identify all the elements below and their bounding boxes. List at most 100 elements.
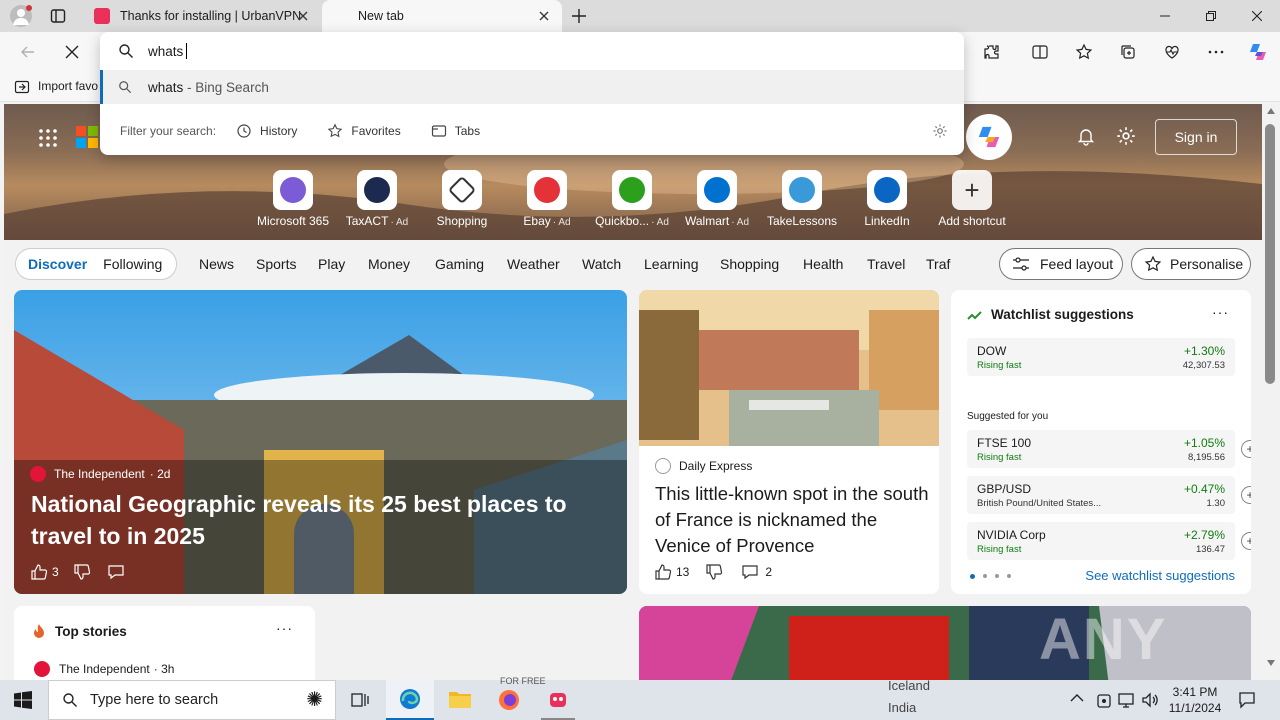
stop-loading-button[interactable] <box>58 38 86 66</box>
shortcut-tile[interactable]: Microsoft 365 <box>253 170 333 228</box>
browser-essentials-icon[interactable] <box>1158 38 1186 66</box>
import-favorites-link[interactable]: Import favo <box>38 79 98 93</box>
add-to-watchlist-icon[interactable]: + <box>1241 486 1251 504</box>
more-menu-icon[interactable] <box>1202 38 1230 66</box>
chevron-up-icon[interactable] <box>1070 693 1084 703</box>
shortcut-tile[interactable]: TaxACT · Ad <box>337 170 417 228</box>
address-bar[interactable]: whats <box>100 32 964 70</box>
nav-item[interactable]: Traf <box>926 256 950 272</box>
system-clock[interactable]: 3:41 PM 11/1/2024 <box>1166 684 1224 716</box>
tab-discover[interactable]: Discover <box>28 256 87 272</box>
tray-app-icon[interactable] <box>1096 691 1112 709</box>
profile-avatar[interactable] <box>10 5 32 27</box>
add-to-watchlist-icon[interactable]: + <box>1241 532 1251 550</box>
article-source: Daily Express <box>655 458 752 474</box>
shortcut-label: Shopping <box>436 214 488 228</box>
see-watchlist-link[interactable]: See watchlist suggestions <box>1085 568 1235 583</box>
restore-button[interactable] <box>1188 0 1234 32</box>
personalise-button[interactable]: Personalise <box>1131 248 1251 280</box>
article-title[interactable]: National Geographic reveals its 25 best … <box>31 488 611 552</box>
secondary-news-card[interactable]: Daily Express This little-known spot in … <box>639 290 939 594</box>
article-source: The Independent · 2d <box>30 466 170 482</box>
graffiti-news-card[interactable]: ANY RUN <box>639 606 1251 680</box>
taskbar-search-box[interactable]: Type here to search ✺ <box>48 680 336 720</box>
stock-row[interactable]: GBP/USD British Pound/United States... +0.… <box>967 476 1251 514</box>
filter-history[interactable]: History <box>236 123 297 139</box>
carousel-dots[interactable] <box>970 574 1011 579</box>
edge-taskbar-icon[interactable] <box>386 680 434 720</box>
star-icon <box>328 123 343 138</box>
urbanvpn-taskbar-icon[interactable] <box>541 680 575 720</box>
daily-express-logo-icon <box>655 458 671 474</box>
tab-following[interactable]: Following <box>103 256 162 272</box>
article-title[interactable]: This little-known spot in the south of F… <box>655 481 930 559</box>
page-scrollbar[interactable] <box>1262 104 1280 680</box>
nav-item[interactable]: Travel <box>867 256 905 272</box>
scrollbar-thumb[interactable] <box>1265 124 1275 384</box>
nav-item[interactable]: Health <box>803 256 843 272</box>
story-age: · 3h <box>153 662 175 676</box>
stock-row-dow[interactable]: DOW Rising fast +1.30% 42,307.53 <box>967 338 1235 376</box>
main-news-card[interactable]: The Independent · 2d National Geographic… <box>14 290 627 594</box>
collections-icon[interactable] <box>1114 38 1142 66</box>
feed-layout-label: Feed layout <box>1040 256 1114 272</box>
close-tab-icon[interactable] <box>536 8 552 24</box>
windows-start-icon[interactable] <box>14 691 32 709</box>
more-options-icon[interactable]: ··· <box>1212 304 1229 320</box>
apps-launcher-icon[interactable] <box>38 128 58 148</box>
tab-new-tab[interactable]: New tab <box>322 0 562 32</box>
filter-favorites-label: Favorites <box>351 124 401 138</box>
firefox-icon[interactable] <box>497 688 521 712</box>
extensions-icon[interactable] <box>978 38 1006 66</box>
filter-tabs[interactable]: Tabs <box>431 123 480 139</box>
shortcut-tile[interactable]: Shopping <box>422 170 502 228</box>
shortcut-tile[interactable]: Quickbo... · Ad <box>592 170 672 228</box>
tab-urbanvpn[interactable]: Thanks for installing | UrbanVPN <box>84 0 321 32</box>
new-tab-button[interactable] <box>571 8 587 24</box>
back-button[interactable] <box>14 38 42 66</box>
add-to-watchlist-icon[interactable]: + <box>1241 440 1251 458</box>
notifications-bell-icon[interactable] <box>1076 126 1096 146</box>
notification-center-icon[interactable] <box>1238 691 1256 709</box>
shortcut-tile[interactable]: LinkedIn <box>847 170 927 228</box>
stock-change: +0.47% <box>1183 482 1225 496</box>
settings-gear-icon[interactable] <box>932 123 948 139</box>
page-settings-gear-icon[interactable] <box>1116 126 1136 146</box>
stock-row[interactable]: NVIDIA Corp Rising fast +2.79% 136.47 + <box>967 522 1251 560</box>
feed-layout-button[interactable]: Feed layout <box>999 248 1123 280</box>
nav-item[interactable]: News <box>199 256 234 272</box>
file-explorer-icon[interactable] <box>448 688 472 710</box>
task-view-icon[interactable] <box>351 691 369 709</box>
shortcut-tile[interactable]: + Add shortcut <box>932 170 1012 228</box>
nav-item[interactable]: Watch <box>582 256 621 272</box>
nav-item[interactable]: Play <box>318 256 345 272</box>
comment-icon <box>108 565 124 580</box>
nav-item[interactable]: Weather <box>507 256 560 272</box>
stock-row[interactable]: FTSE 100 Rising fast +1.05% 8,195.56 + <box>967 430 1251 468</box>
more-options-icon[interactable]: ··· <box>276 620 293 636</box>
nav-item[interactable]: Gaming <box>435 256 484 272</box>
shortcut-tile[interactable]: Walmart · Ad <box>677 170 757 228</box>
split-screen-icon[interactable] <box>1026 38 1054 66</box>
close-window-button[interactable] <box>1234 0 1280 32</box>
nav-item[interactable]: Money <box>368 256 410 272</box>
nav-item[interactable]: Shopping <box>720 256 779 272</box>
article-age: · 2d <box>149 467 171 481</box>
search-suggestion[interactable]: whats - Bing Search <box>100 70 964 104</box>
network-icon[interactable] <box>1118 691 1136 709</box>
nav-item[interactable]: Learning <box>644 256 699 272</box>
nav-item[interactable]: Sports <box>256 256 296 272</box>
shortcut-tile[interactable]: Ebay · Ad <box>507 170 587 228</box>
shortcut-tile[interactable]: TakeLessons <box>762 170 842 228</box>
address-input[interactable]: whats <box>148 44 183 59</box>
close-tab-icon[interactable] <box>295 8 311 24</box>
copilot-icon[interactable] <box>1244 38 1272 66</box>
copilot-search-button[interactable] <box>966 114 1012 160</box>
minimize-button[interactable] <box>1142 0 1188 32</box>
favorites-star-icon[interactable] <box>1070 38 1098 66</box>
filter-favorites[interactable]: Favorites <box>327 123 401 139</box>
sign-in-button[interactable]: Sign in <box>1155 119 1237 155</box>
volume-icon[interactable] <box>1141 691 1159 709</box>
thumbs-up-icon <box>31 564 48 580</box>
tab-actions-icon[interactable] <box>50 8 66 24</box>
